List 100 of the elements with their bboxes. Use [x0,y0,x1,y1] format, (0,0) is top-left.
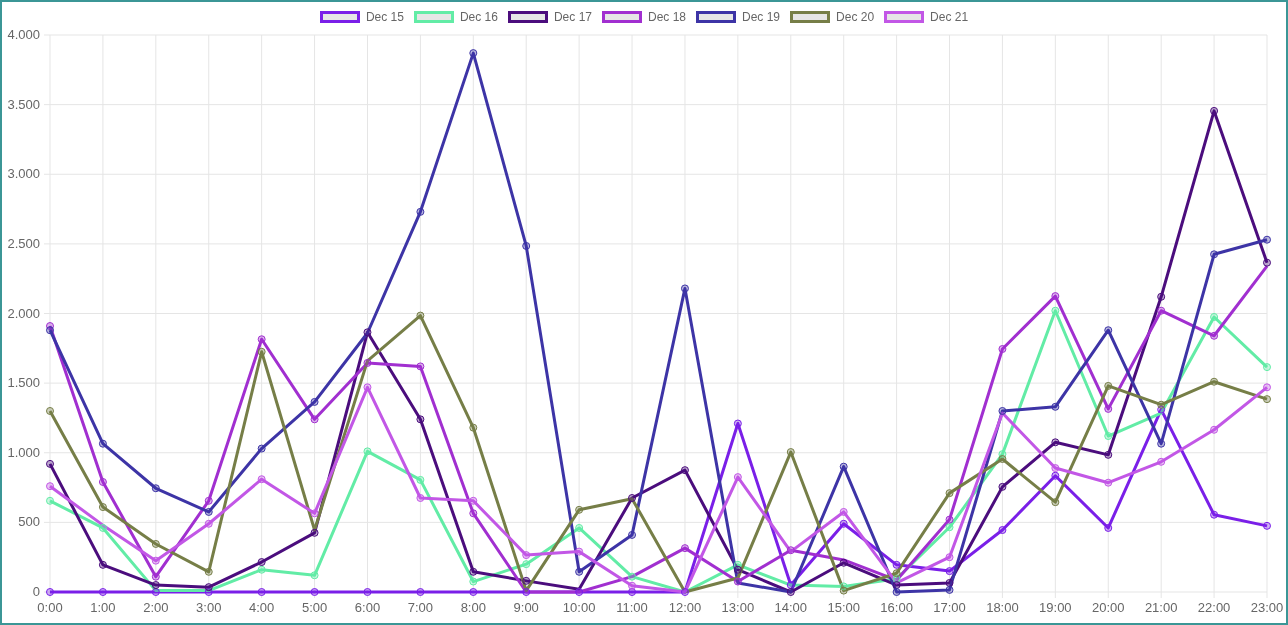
data-point [1157,405,1166,414]
data-point [257,565,266,574]
data-point [1051,438,1060,447]
data-point [151,572,160,581]
legend-item[interactable]: Dec 20 [790,8,875,26]
data-point [786,546,795,555]
data-point [363,328,372,337]
data-point [680,544,689,553]
data-point [575,547,584,556]
data-point [945,523,954,532]
data-point [310,571,319,580]
data-point [733,560,742,569]
x-axis-label: 10:00 [562,600,596,615]
data-point [733,419,742,428]
data-point [628,530,637,539]
data-point [1157,306,1166,315]
data-point [363,383,372,392]
data-point [575,505,584,514]
legend-item[interactable]: Dec 17 [507,8,592,26]
data-point [46,496,54,505]
data-point [98,439,107,448]
data-point [892,569,901,578]
data-point [257,335,266,344]
data-point [204,496,213,505]
data-point [46,588,54,596]
data-point [733,473,742,482]
data-point [839,519,848,528]
data-point [310,415,319,424]
data-point [469,423,478,432]
data-point [522,241,531,250]
data-point [257,475,266,484]
x-axis-label: 3:00 [196,600,222,615]
data-point [945,489,954,498]
data-point [945,585,954,594]
data-point [1051,402,1060,411]
y-axis-label: 3.000 [7,166,40,182]
data-point [1104,404,1113,413]
data-point [1104,326,1113,335]
data-point [1210,313,1219,321]
x-axis-label: 18:00 [986,600,1019,615]
data-point [1210,331,1219,340]
data-point [363,447,372,456]
x-axis-label: 23:00 [1250,600,1284,615]
data-point [1263,521,1271,530]
data-point [945,553,954,562]
legend-item[interactable]: Dec 19 [696,8,781,26]
data-point [46,407,54,415]
data-point [998,450,1007,459]
data-point [945,567,954,576]
data-point [1157,439,1166,448]
y-axis-label: 2.500 [7,235,40,251]
x-axis-label: 1:00 [90,600,116,615]
data-point [310,397,319,406]
data-point [416,475,425,484]
x-axis-label: 6:00 [354,600,381,615]
data-point [1051,471,1060,480]
legend-item[interactable]: Dec 18 [602,8,686,26]
data-point [628,581,637,590]
legend-item[interactable]: Dec 15 [319,8,404,26]
x-axis-label: 8:00 [460,600,486,615]
data-point [522,551,531,560]
data-point [839,462,848,471]
data-point [98,503,107,512]
data-point [1051,306,1060,315]
data-point [98,560,107,569]
y-axis-label: 1.000 [7,444,40,460]
data-point [310,528,319,537]
x-axis-label: 13:00 [721,600,755,615]
data-point [469,49,478,58]
x-axis-label: 12:00 [668,600,702,615]
x-axis-label: 9:00 [513,600,539,615]
data-point [1104,381,1113,390]
x-axis-label: 22:00 [1197,600,1231,615]
data-point [945,578,954,587]
x-axis-label: 19:00 [1039,600,1072,615]
data-point [680,466,689,475]
data-point [204,583,213,592]
data-point [680,588,689,596]
data-point [98,588,107,596]
data-point [945,515,954,524]
data-point [151,581,160,590]
y-axis-label: 0 [32,584,40,599]
data-point [310,509,319,518]
data-point [469,588,478,596]
data-point [469,496,478,505]
data-point [98,523,107,532]
data-point [839,558,848,567]
legend-item[interactable]: Dec 16 [413,8,498,26]
data-point [151,556,160,565]
data-point [416,494,425,502]
legend-item[interactable]: Dec 21 [884,8,969,26]
data-point [1210,425,1219,434]
data-point [1051,498,1060,507]
data-point [416,588,425,596]
data-point [469,567,478,576]
data-point [998,407,1007,415]
data-point [628,572,637,581]
x-axis-label: 0:00 [37,600,63,615]
data-point [310,588,319,596]
x-axis-label: 11:00 [616,600,648,615]
